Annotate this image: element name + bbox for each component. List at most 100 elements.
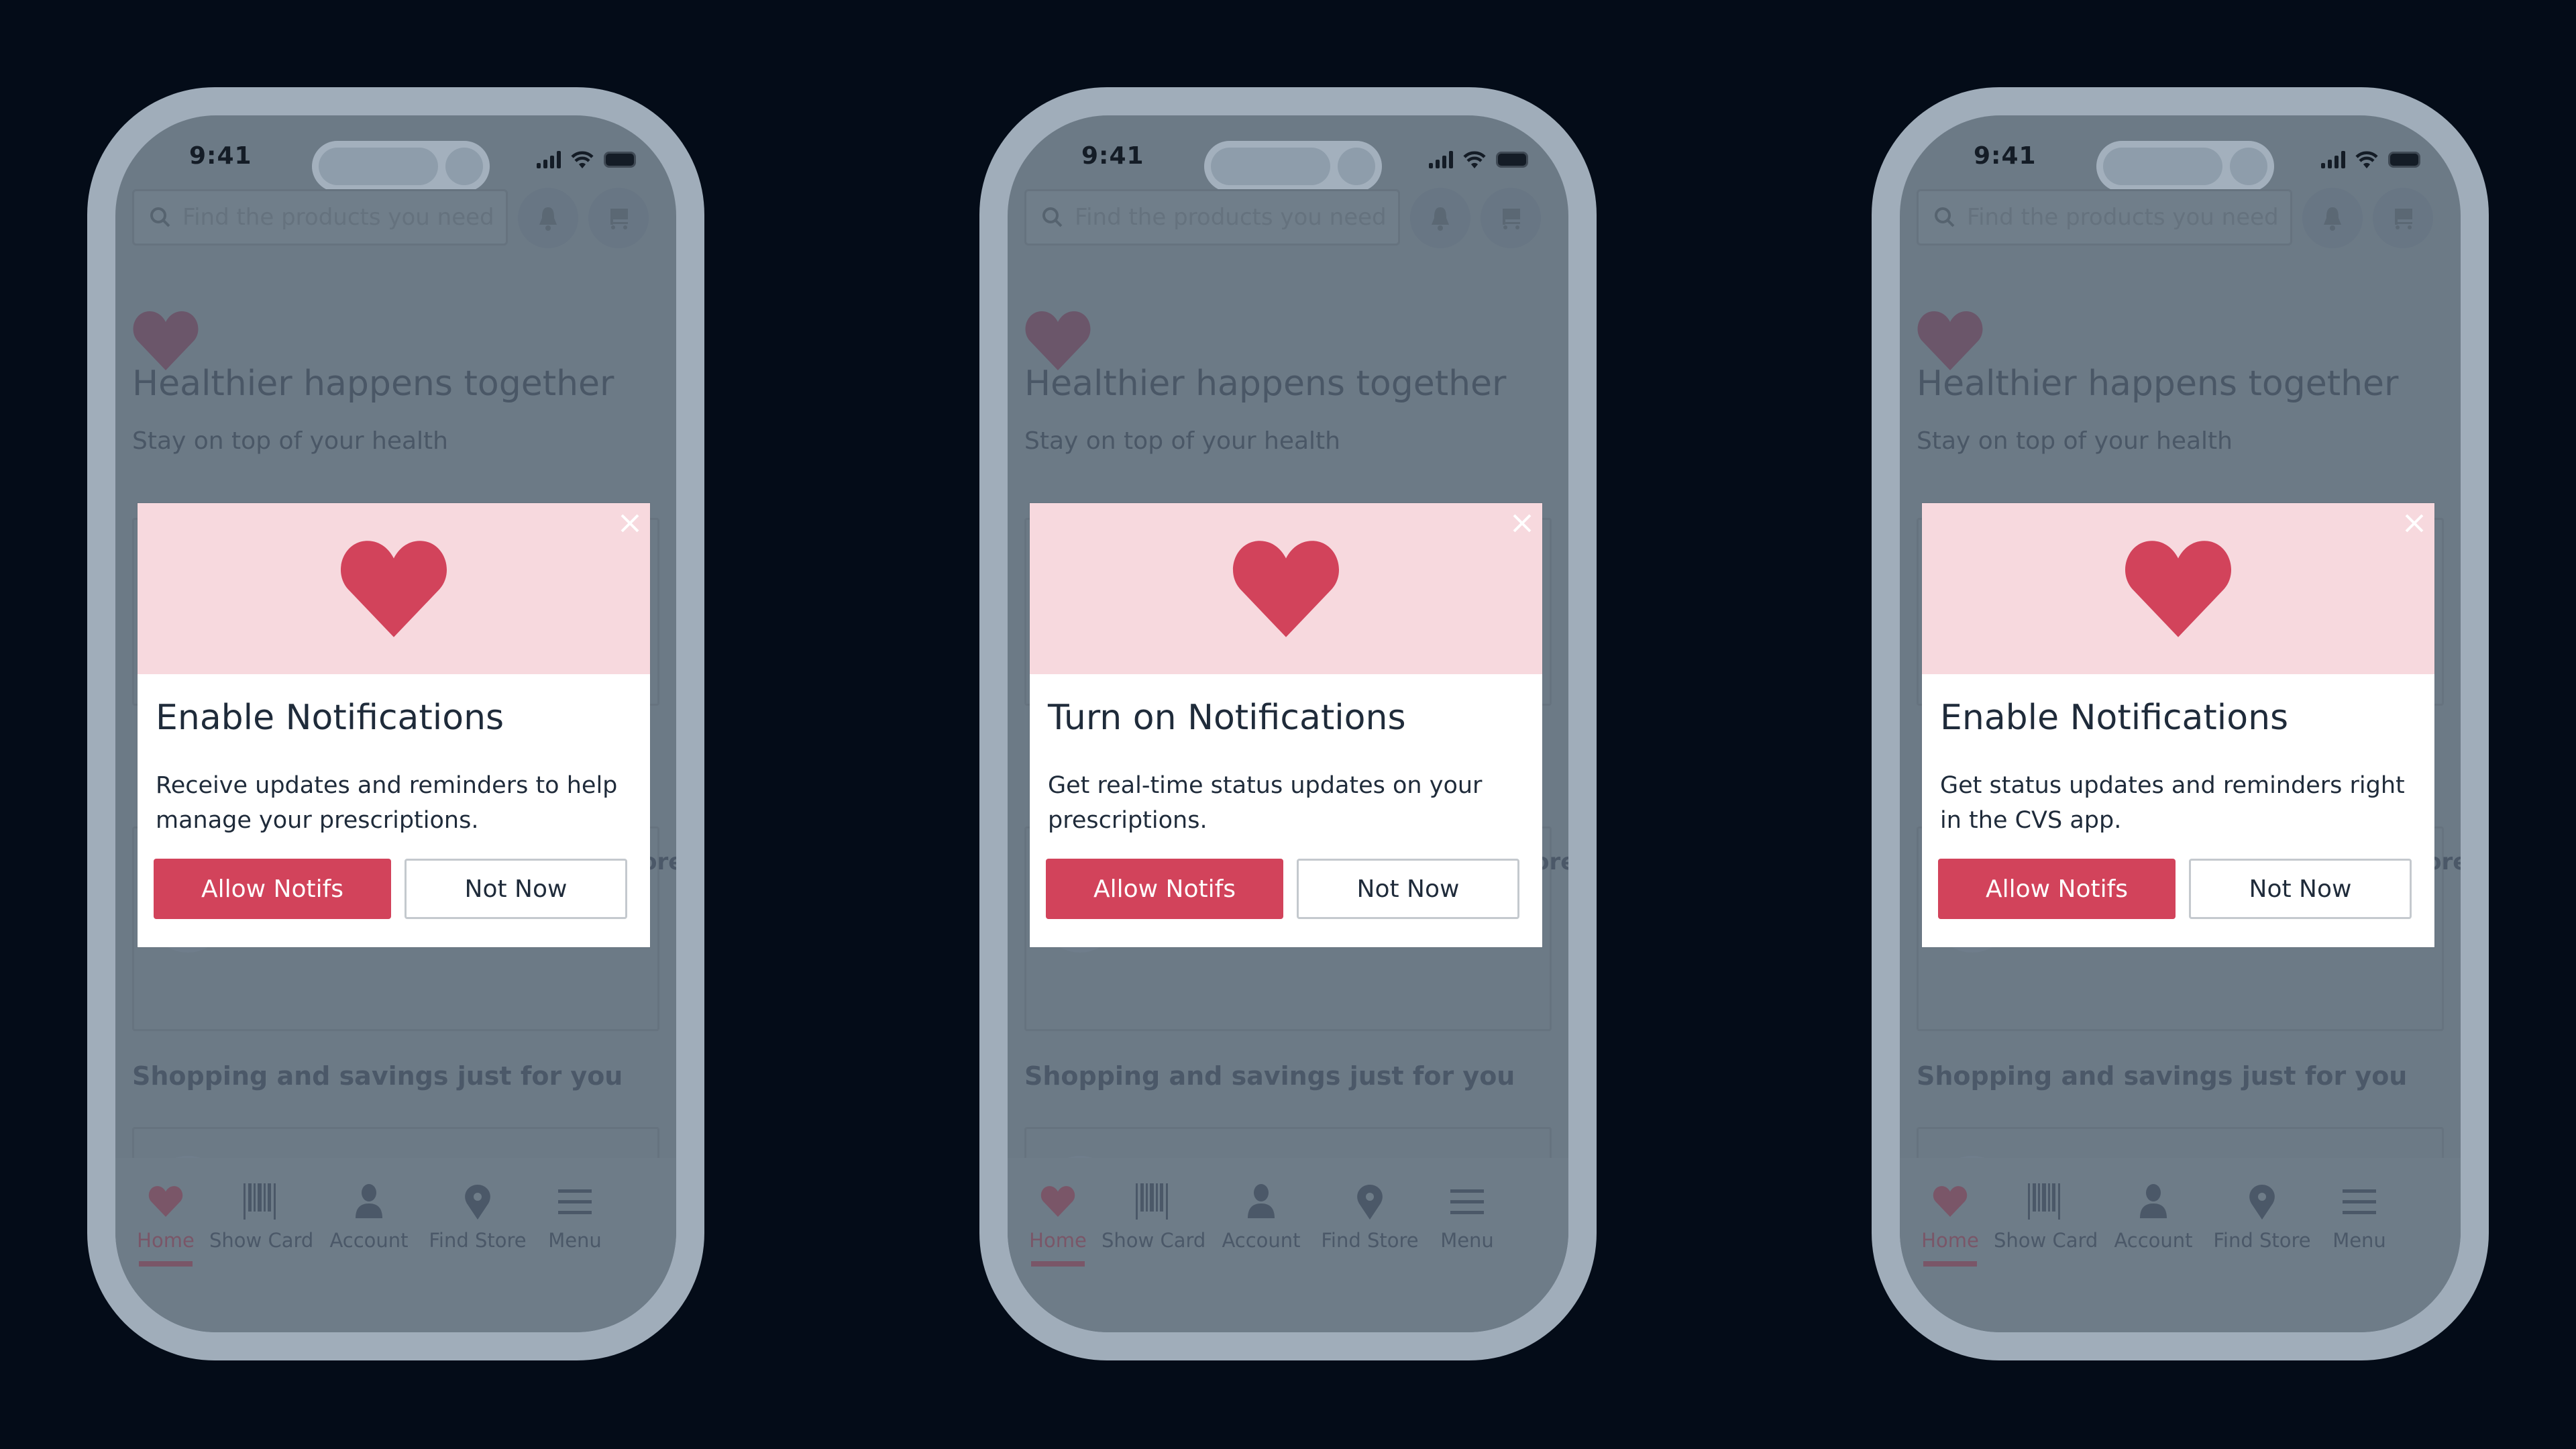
close-icon[interactable] <box>2401 510 2428 537</box>
phone-mockup-3: 9:41 Find the products you need Healthie… <box>1872 87 2489 1360</box>
cart-button[interactable] <box>1481 188 1541 248</box>
tab-find-store[interactable]: Find Store <box>1320 1178 1420 1252</box>
battery-icon <box>1496 152 1528 168</box>
tab-label: Home <box>1029 1229 1087 1252</box>
modal-header <box>1922 503 2434 674</box>
tab-account[interactable]: Account <box>2103 1178 2204 1252</box>
battery-icon <box>2388 152 2420 168</box>
modal-title: Turn on Notifications <box>1048 698 1406 738</box>
notification-permission-modal: Enable Notifications Get status updates … <box>1922 503 2434 947</box>
allow-notifications-button[interactable]: Allow Notifs <box>1046 859 1283 919</box>
modal-header <box>138 503 650 674</box>
tab-home[interactable]: Home <box>1900 1178 2000 1267</box>
close-icon[interactable] <box>1509 510 1536 537</box>
cart-button[interactable] <box>588 188 649 248</box>
search-input[interactable]: Find the products you need <box>1024 189 1400 246</box>
tab-home[interactable]: Home <box>1008 1178 1108 1267</box>
search-input[interactable]: Find the products you need <box>1917 189 2292 246</box>
hamburger-menu-icon <box>1450 1189 1484 1214</box>
tab-account[interactable]: Account <box>319 1178 419 1252</box>
heart-icon <box>2125 540 2232 637</box>
heart-icon <box>340 540 447 637</box>
wifi-icon <box>2355 151 2378 168</box>
not-now-button[interactable]: Not Now <box>1297 859 1519 919</box>
cellular-signal-icon <box>537 151 561 168</box>
modal-body: Get status updates and reminders right i… <box>1940 772 2405 834</box>
wifi-icon <box>571 151 594 168</box>
tab-menu[interactable]: Menu <box>2309 1178 2410 1252</box>
cellular-signal-icon <box>2321 151 2345 168</box>
cart-icon <box>610 209 628 229</box>
battery-icon <box>604 152 636 168</box>
tab-label: Account <box>329 1229 409 1252</box>
tab-show-card[interactable]: Show Card <box>209 1178 313 1252</box>
bell-icon <box>2324 207 2341 231</box>
page-headline: Healthier happens together <box>1917 364 2399 404</box>
search-icon <box>1935 207 1955 227</box>
tab-find-store[interactable]: Find Store <box>427 1178 528 1252</box>
tab-show-card[interactable]: Show Card <box>1994 1178 2098 1252</box>
tab-menu[interactable]: Menu <box>1417 1178 1517 1252</box>
location-pin-icon <box>465 1185 490 1220</box>
tab-show-card[interactable]: Show Card <box>1102 1178 1206 1252</box>
status-time: 9:41 <box>1974 142 2037 170</box>
notifications-button[interactable] <box>2302 188 2363 248</box>
phone-screen: 9:41 Find the products you need Healthie… <box>1008 115 1568 1332</box>
tab-label: Show Card <box>1102 1229 1206 1252</box>
dynamic-island <box>312 141 490 192</box>
modal-header <box>1030 503 1542 674</box>
location-pin-icon <box>1357 1185 1383 1220</box>
bottom-tab-bar: Home Show Card Account Find Store Menu <box>1900 1158 2461 1332</box>
notification-permission-modal: Enable Notifications Receive updates and… <box>138 503 650 947</box>
hamburger-menu-icon <box>558 1189 592 1214</box>
barcode-icon <box>1136 1183 1168 1220</box>
tab-label: Account <box>1222 1229 1301 1252</box>
status-time: 9:41 <box>1081 142 1144 170</box>
not-now-button[interactable]: Not Now <box>405 859 627 919</box>
search-icon <box>1042 207 1063 227</box>
notifications-button[interactable] <box>1410 188 1470 248</box>
close-icon[interactable] <box>616 510 643 537</box>
status-time: 9:41 <box>189 142 252 170</box>
tab-label: Find Store <box>1321 1229 1419 1252</box>
cart-icon <box>2395 209 2412 229</box>
page-headline: Healthier happens together <box>1024 364 1507 404</box>
tab-label: Show Card <box>1994 1229 2098 1252</box>
not-now-button[interactable]: Not Now <box>2189 859 2412 919</box>
notifications-button[interactable] <box>518 188 578 248</box>
active-tab-indicator <box>1923 1261 1977 1267</box>
page-subhead: Stay on top of your health <box>132 427 448 455</box>
location-pin-icon <box>2249 1185 2275 1220</box>
tab-find-store[interactable]: Find Store <box>2212 1178 2312 1252</box>
heart-icon <box>1933 1186 1968 1217</box>
search-icon <box>150 207 170 227</box>
allow-notifications-button[interactable]: Allow Notifs <box>1938 859 2176 919</box>
person-icon <box>1248 1184 1275 1218</box>
search-placeholder: Find the products you need <box>1967 204 2279 231</box>
search-input[interactable]: Find the products you need <box>132 189 508 246</box>
status-icons <box>537 150 636 169</box>
tab-label: Find Store <box>429 1229 527 1252</box>
heart-icon <box>148 1186 183 1217</box>
dynamic-island <box>1204 141 1382 192</box>
search-placeholder: Find the products you need <box>182 204 494 231</box>
person-icon <box>2140 1184 2167 1218</box>
allow-notifications-button[interactable]: Allow Notifs <box>154 859 391 919</box>
tab-account[interactable]: Account <box>1211 1178 1311 1252</box>
tab-label: Home <box>137 1229 195 1252</box>
tab-home[interactable]: Home <box>115 1178 216 1267</box>
tab-menu[interactable]: Menu <box>525 1178 625 1252</box>
dynamic-island <box>2096 141 2274 192</box>
page-subhead: Stay on top of your health <box>1917 427 2233 455</box>
wifi-icon <box>1463 151 1486 168</box>
status-icons <box>1429 150 1528 169</box>
heart-icon <box>1040 1186 1075 1217</box>
cart-icon <box>1503 209 1520 229</box>
tab-label: Home <box>1921 1229 1979 1252</box>
modal-title: Enable Notifications <box>1940 698 2289 738</box>
phone-screen: 9:41 Find the products you need Healthie… <box>1900 115 2461 1332</box>
cart-button[interactable] <box>2373 188 2433 248</box>
tab-label: Account <box>2114 1229 2193 1252</box>
tab-label: Menu <box>548 1229 602 1252</box>
modal-body: Receive updates and reminders to help ma… <box>156 772 618 834</box>
